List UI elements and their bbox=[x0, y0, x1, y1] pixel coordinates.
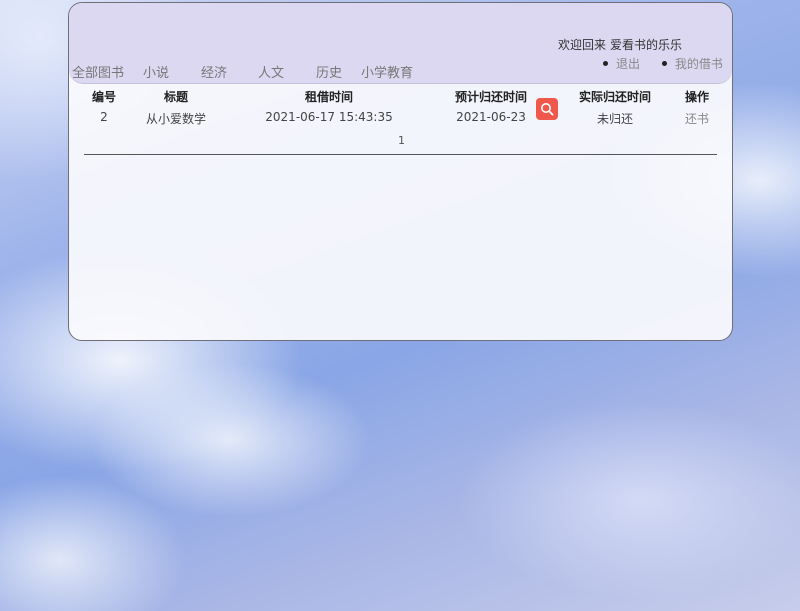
cell-borrow-time: 2021-06-17 15:43:35 bbox=[265, 110, 393, 124]
column-header-title: 标题 bbox=[163, 90, 189, 104]
cell-title: 从小爱数学 bbox=[145, 112, 207, 126]
column-header-borrow-time: 租借时间 bbox=[304, 90, 354, 104]
search-icon bbox=[541, 103, 554, 116]
bullet-icon bbox=[603, 61, 608, 66]
nav-item-economics[interactable]: 经济 bbox=[201, 62, 227, 81]
nav-item-fiction[interactable]: 小说 bbox=[143, 62, 169, 81]
my-borrowed-link[interactable]: 我的借书 bbox=[661, 55, 723, 72]
welcome-message: 欢迎回来 爱看书的乐乐 bbox=[558, 36, 682, 53]
bullet-icon bbox=[661, 61, 667, 66]
column-header-id: 编号 bbox=[91, 90, 117, 104]
header-bar: 欢迎回来 爱看书的乐乐 退出 我的借书 全部图书 小说 经济 人文 历史 小学教育 bbox=[69, 3, 732, 84]
welcome-text: 欢迎回来 bbox=[558, 38, 607, 52]
nav-item-all-books[interactable]: 全部图书 bbox=[72, 62, 124, 81]
nav-item-primary-education[interactable]: 小学教育 bbox=[361, 62, 413, 81]
cell-id: 2 bbox=[100, 110, 108, 124]
user-links: 退出 我的借书 bbox=[603, 55, 732, 72]
column-header-return-time: 实际归还时间 bbox=[578, 90, 652, 104]
logout-link[interactable]: 退出 bbox=[603, 55, 640, 72]
page-number[interactable]: 1 bbox=[398, 134, 405, 147]
cell-due-date: 2021-06-23 bbox=[456, 110, 526, 124]
search-button[interactable] bbox=[536, 98, 558, 120]
cell-return-time: 未归还 bbox=[596, 112, 634, 126]
nav-item-humanities[interactable]: 人文 bbox=[258, 62, 284, 81]
main-card: 欢迎回来 爱看书的乐乐 退出 我的借书 全部图书 小说 经济 人文 历史 小学教育… bbox=[68, 2, 733, 341]
return-book-button[interactable]: 还书 bbox=[685, 110, 709, 127]
column-header-due-date: 预计归还时间 bbox=[454, 90, 528, 104]
nav-item-history[interactable]: 历史 bbox=[316, 62, 342, 81]
logout-label: 退出 bbox=[616, 57, 641, 71]
divider bbox=[84, 154, 717, 155]
column-header-action: 操作 bbox=[684, 90, 710, 104]
my-borrowed-label: 我的借书 bbox=[674, 57, 723, 71]
username: 爱看书的乐乐 bbox=[610, 38, 683, 52]
